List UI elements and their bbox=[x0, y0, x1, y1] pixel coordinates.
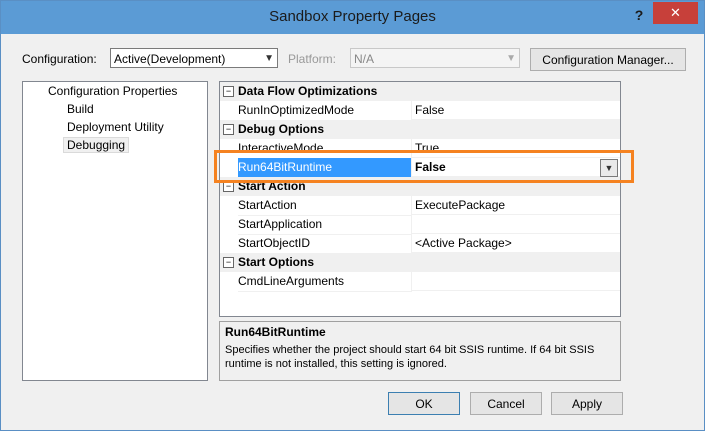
property-row[interactable]: StartAction ExecutePackage bbox=[220, 196, 620, 216]
ok-button[interactable]: OK bbox=[388, 392, 460, 415]
collapse-icon[interactable]: − bbox=[223, 124, 234, 135]
tree-root[interactable]: Configuration Properties bbox=[48, 84, 177, 98]
platform-value: N/A bbox=[354, 52, 375, 66]
configuration-value: Active(Development) bbox=[114, 52, 226, 66]
property-grid: − Data Flow Optimizations RunInOptimized… bbox=[219, 81, 621, 317]
category-data-flow-optimizations[interactable]: − Data Flow Optimizations bbox=[220, 82, 620, 101]
property-name: StartApplication bbox=[238, 215, 412, 235]
configuration-tree: Configuration Properties Build Deploymen… bbox=[22, 81, 208, 381]
tree-item-debugging[interactable]: Debugging bbox=[63, 137, 130, 153]
description-pane: Run64BitRuntime Specifies whether the pr… bbox=[219, 321, 621, 381]
help-button[interactable]: ? bbox=[627, 4, 651, 26]
tree-item-deployment-utility[interactable]: Deployment Utility bbox=[67, 120, 164, 134]
property-name: StartObjectID bbox=[238, 234, 412, 254]
property-row[interactable]: StartObjectID <Active Package> bbox=[220, 234, 620, 254]
configuration-manager-button[interactable]: Configuration Manager... bbox=[530, 48, 686, 71]
window-title: Sandbox Property Pages bbox=[269, 8, 436, 25]
property-value[interactable] bbox=[412, 272, 620, 291]
collapse-icon[interactable]: − bbox=[223, 257, 234, 268]
close-button[interactable]: ✕ bbox=[653, 2, 698, 24]
property-value[interactable]: False bbox=[412, 101, 620, 120]
platform-select: N/A ▼ bbox=[350, 48, 520, 68]
property-name: RunInOptimizedMode bbox=[238, 101, 412, 121]
description-title: Run64BitRuntime bbox=[225, 325, 326, 339]
property-row[interactable]: StartApplication bbox=[220, 215, 620, 235]
configuration-select[interactable]: Active(Development) ▼ bbox=[110, 48, 278, 68]
highlight-callout bbox=[214, 150, 634, 183]
category-label: Debug Options bbox=[238, 122, 324, 136]
title-bar: Sandbox Property Pages ? ✕ bbox=[1, 1, 704, 34]
close-icon: ✕ bbox=[670, 5, 681, 20]
configuration-label: Configuration: bbox=[22, 52, 97, 66]
category-label: Data Flow Optimizations bbox=[238, 84, 378, 98]
platform-label: Platform: bbox=[288, 52, 337, 66]
property-name: StartAction bbox=[238, 196, 412, 216]
property-row[interactable]: RunInOptimizedMode False bbox=[220, 101, 620, 121]
property-name: CmdLineArguments bbox=[238, 272, 412, 292]
collapse-icon[interactable]: − bbox=[223, 86, 234, 97]
category-label: Start Options bbox=[238, 255, 315, 269]
chevron-down-icon: ▼ bbox=[506, 53, 516, 64]
category-start-options[interactable]: − Start Options bbox=[220, 253, 620, 272]
apply-button[interactable]: Apply bbox=[551, 392, 623, 415]
description-text: Specifies whether the project should sta… bbox=[225, 344, 595, 370]
property-value[interactable] bbox=[412, 215, 620, 234]
tree-item-build[interactable]: Build bbox=[67, 102, 94, 116]
cancel-button[interactable]: Cancel bbox=[470, 392, 542, 415]
category-debug-options[interactable]: − Debug Options bbox=[220, 120, 620, 139]
chevron-down-icon: ▼ bbox=[264, 53, 274, 64]
property-value[interactable]: ExecutePackage bbox=[412, 196, 620, 215]
property-row[interactable]: CmdLineArguments bbox=[220, 272, 620, 292]
property-value[interactable]: <Active Package> bbox=[412, 234, 620, 253]
property-pages-dialog: Sandbox Property Pages ? ✕ Configuration… bbox=[0, 0, 705, 431]
